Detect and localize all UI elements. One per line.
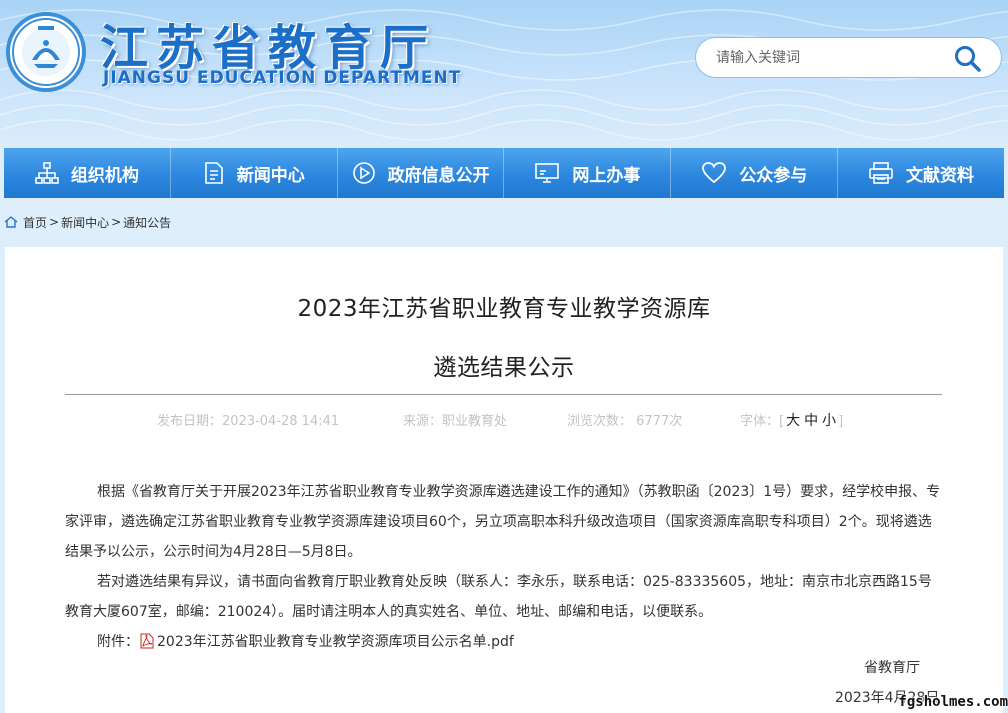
breadcrumb-news-link[interactable]: 新闻中心 [61,214,109,231]
nav-item-label: 政府信息公开 [387,165,490,186]
site-subtitle: JIANGSU EDUCATION DEPARTMENT [103,68,462,88]
breadcrumb-separator: > [111,215,122,229]
monitor-icon [535,163,560,183]
breadcrumb-separator: > [49,215,60,229]
article-title-line1: 2023年江苏省职业教育专业教学资源库 [297,296,711,322]
nav-item-label: 新闻中心 [236,165,305,186]
nav-item-organization[interactable]: 组织机构 [4,148,171,198]
printer-icon [869,162,893,184]
article-body: 根据《省教育厅关于开展2023年江苏省职业教育专业教学资源库遴选建设工作的通知》… [65,477,945,657]
nav-item-online-service[interactable]: 网上办事 [504,148,672,198]
heart-icon [702,162,727,184]
education-department-emblem[interactable] [6,12,86,92]
search-icon[interactable] [953,44,983,74]
title-divider [65,394,942,395]
attachment-pdf-link[interactable]: 2023年江苏省职业教育专业教学资源库项目公示名单.pdf [157,634,514,650]
font-size-large-link[interactable]: 大 [784,413,802,429]
site-header: 江苏省教育厅 JIANGSU EDUCATION DEPARTMENT [0,0,1008,148]
font-size-small-link[interactable]: 小 [820,413,838,429]
org-chart-icon [35,162,59,184]
nav-item-public-participation[interactable]: 公众参与 [671,148,839,198]
emblem-logo-icon [12,18,80,86]
nav-item-label: 网上办事 [572,165,641,186]
view-count: 浏览次数： 6777次 [567,414,683,429]
document-icon [204,162,223,184]
nav-item-label: 公众参与 [739,165,808,186]
site-watermark: fgsholmes.com [898,694,1008,710]
article-meta: 发布日期：2023-04-28 14:41 来源：职业教育处 浏览次数： 677… [5,410,1003,432]
issuer-signature: 省教育厅 [864,660,920,676]
font-size-label: 字体： [740,414,780,429]
article-paragraph: 根据《省教育厅关于开展2023年江苏省职业教育专业教学资源库遴选建设工作的通知》… [65,484,941,560]
nav-item-news[interactable]: 新闻中心 [171,148,338,198]
font-size-medium-link[interactable]: 中 [802,413,820,429]
home-icon [4,216,18,228]
article-container: 2023年江苏省职业教育专业教学资源库 遴选结果公示 发布日期：2023-04-… [5,247,1003,713]
breadcrumb: 首页 > 新闻中心 > 通知公告 [4,210,171,234]
main-nav: 组织机构 新闻中心 政府信息公开 网上办事 公众参与 文献资料 [4,148,1004,198]
nav-item-gov-info[interactable]: 政府信息公开 [338,148,505,198]
search-box [695,37,1002,78]
breadcrumb-current-link[interactable]: 通知公告 [123,214,171,231]
article-source: 来源：职业教育处 [403,414,508,429]
publish-date: 发布日期：2023-04-28 14:41 [157,414,340,429]
nav-item-label: 组织机构 [70,165,139,186]
attachment-line: 附件： 2023年江苏省职业教育专业教学资源库项目公示名单.pdf [65,627,945,657]
article-title-line2: 遴选结果公示 [433,355,575,381]
search-input[interactable] [716,38,956,77]
article-paragraph: 若对遴选结果有异议，请书面向省教育厅职业教育处反映（联系人：李永乐，联系电话：0… [65,574,932,620]
attachment-label: 附件： [97,634,139,650]
nav-item-label: 文献资料 [906,165,975,186]
font-size-bracket-close: ] [838,414,844,429]
breadcrumb-home-link[interactable]: 首页 [23,214,47,231]
pdf-icon [140,633,154,649]
compass-icon [352,162,375,184]
nav-item-documents[interactable]: 文献资料 [838,148,1004,198]
font-size-control: 字体：[大中小] [740,410,843,430]
